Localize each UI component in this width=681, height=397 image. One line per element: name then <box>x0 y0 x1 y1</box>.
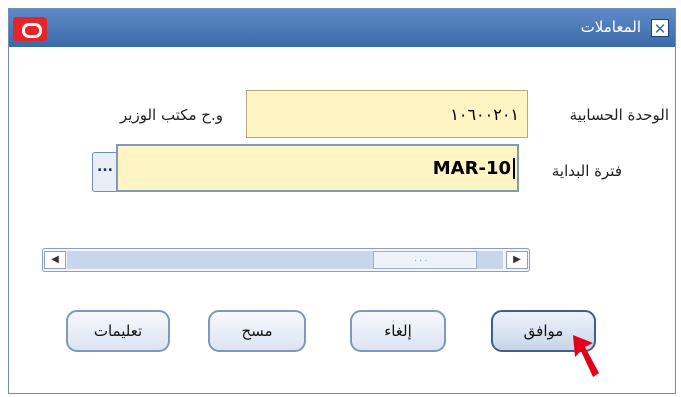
accounting-unit-field[interactable]: ١٠٦٠٠٢٠١ <box>246 90 528 138</box>
clear-button[interactable]: مسح <box>208 310 306 352</box>
scroll-grip-icon: ... <box>414 253 430 264</box>
window-title: المعاملات <box>580 18 641 36</box>
title-bar[interactable]: المعاملات ✕ <box>9 9 675 47</box>
accounting-unit-description: و.ح مكتب الوزير <box>120 106 223 124</box>
scroll-left-icon[interactable]: ◀ <box>44 251 66 269</box>
oracle-logo-icon <box>13 17 47 41</box>
start-period-value: MAR-10 <box>433 158 515 179</box>
horizontal-scrollbar[interactable]: ◀ ... ▶ <box>42 248 530 272</box>
scroll-thumb[interactable]: ... <box>373 251 477 269</box>
scroll-right-icon[interactable]: ▶ <box>506 251 528 269</box>
list-of-values-button[interactable]: ... <box>92 152 118 192</box>
start-period-field[interactable]: MAR-10 <box>116 144 519 192</box>
start-period-label: فترة البداية <box>551 162 622 180</box>
help-button[interactable]: تعليمات <box>66 310 170 352</box>
cancel-button[interactable]: إلغاء <box>350 310 446 352</box>
close-icon[interactable]: ✕ <box>651 19 669 38</box>
accounting-unit-value: ١٠٦٠٠٢٠١ <box>450 105 519 124</box>
accounting-unit-label: الوحدة الحسابية <box>569 106 669 124</box>
mouse-cursor-icon <box>573 335 599 377</box>
